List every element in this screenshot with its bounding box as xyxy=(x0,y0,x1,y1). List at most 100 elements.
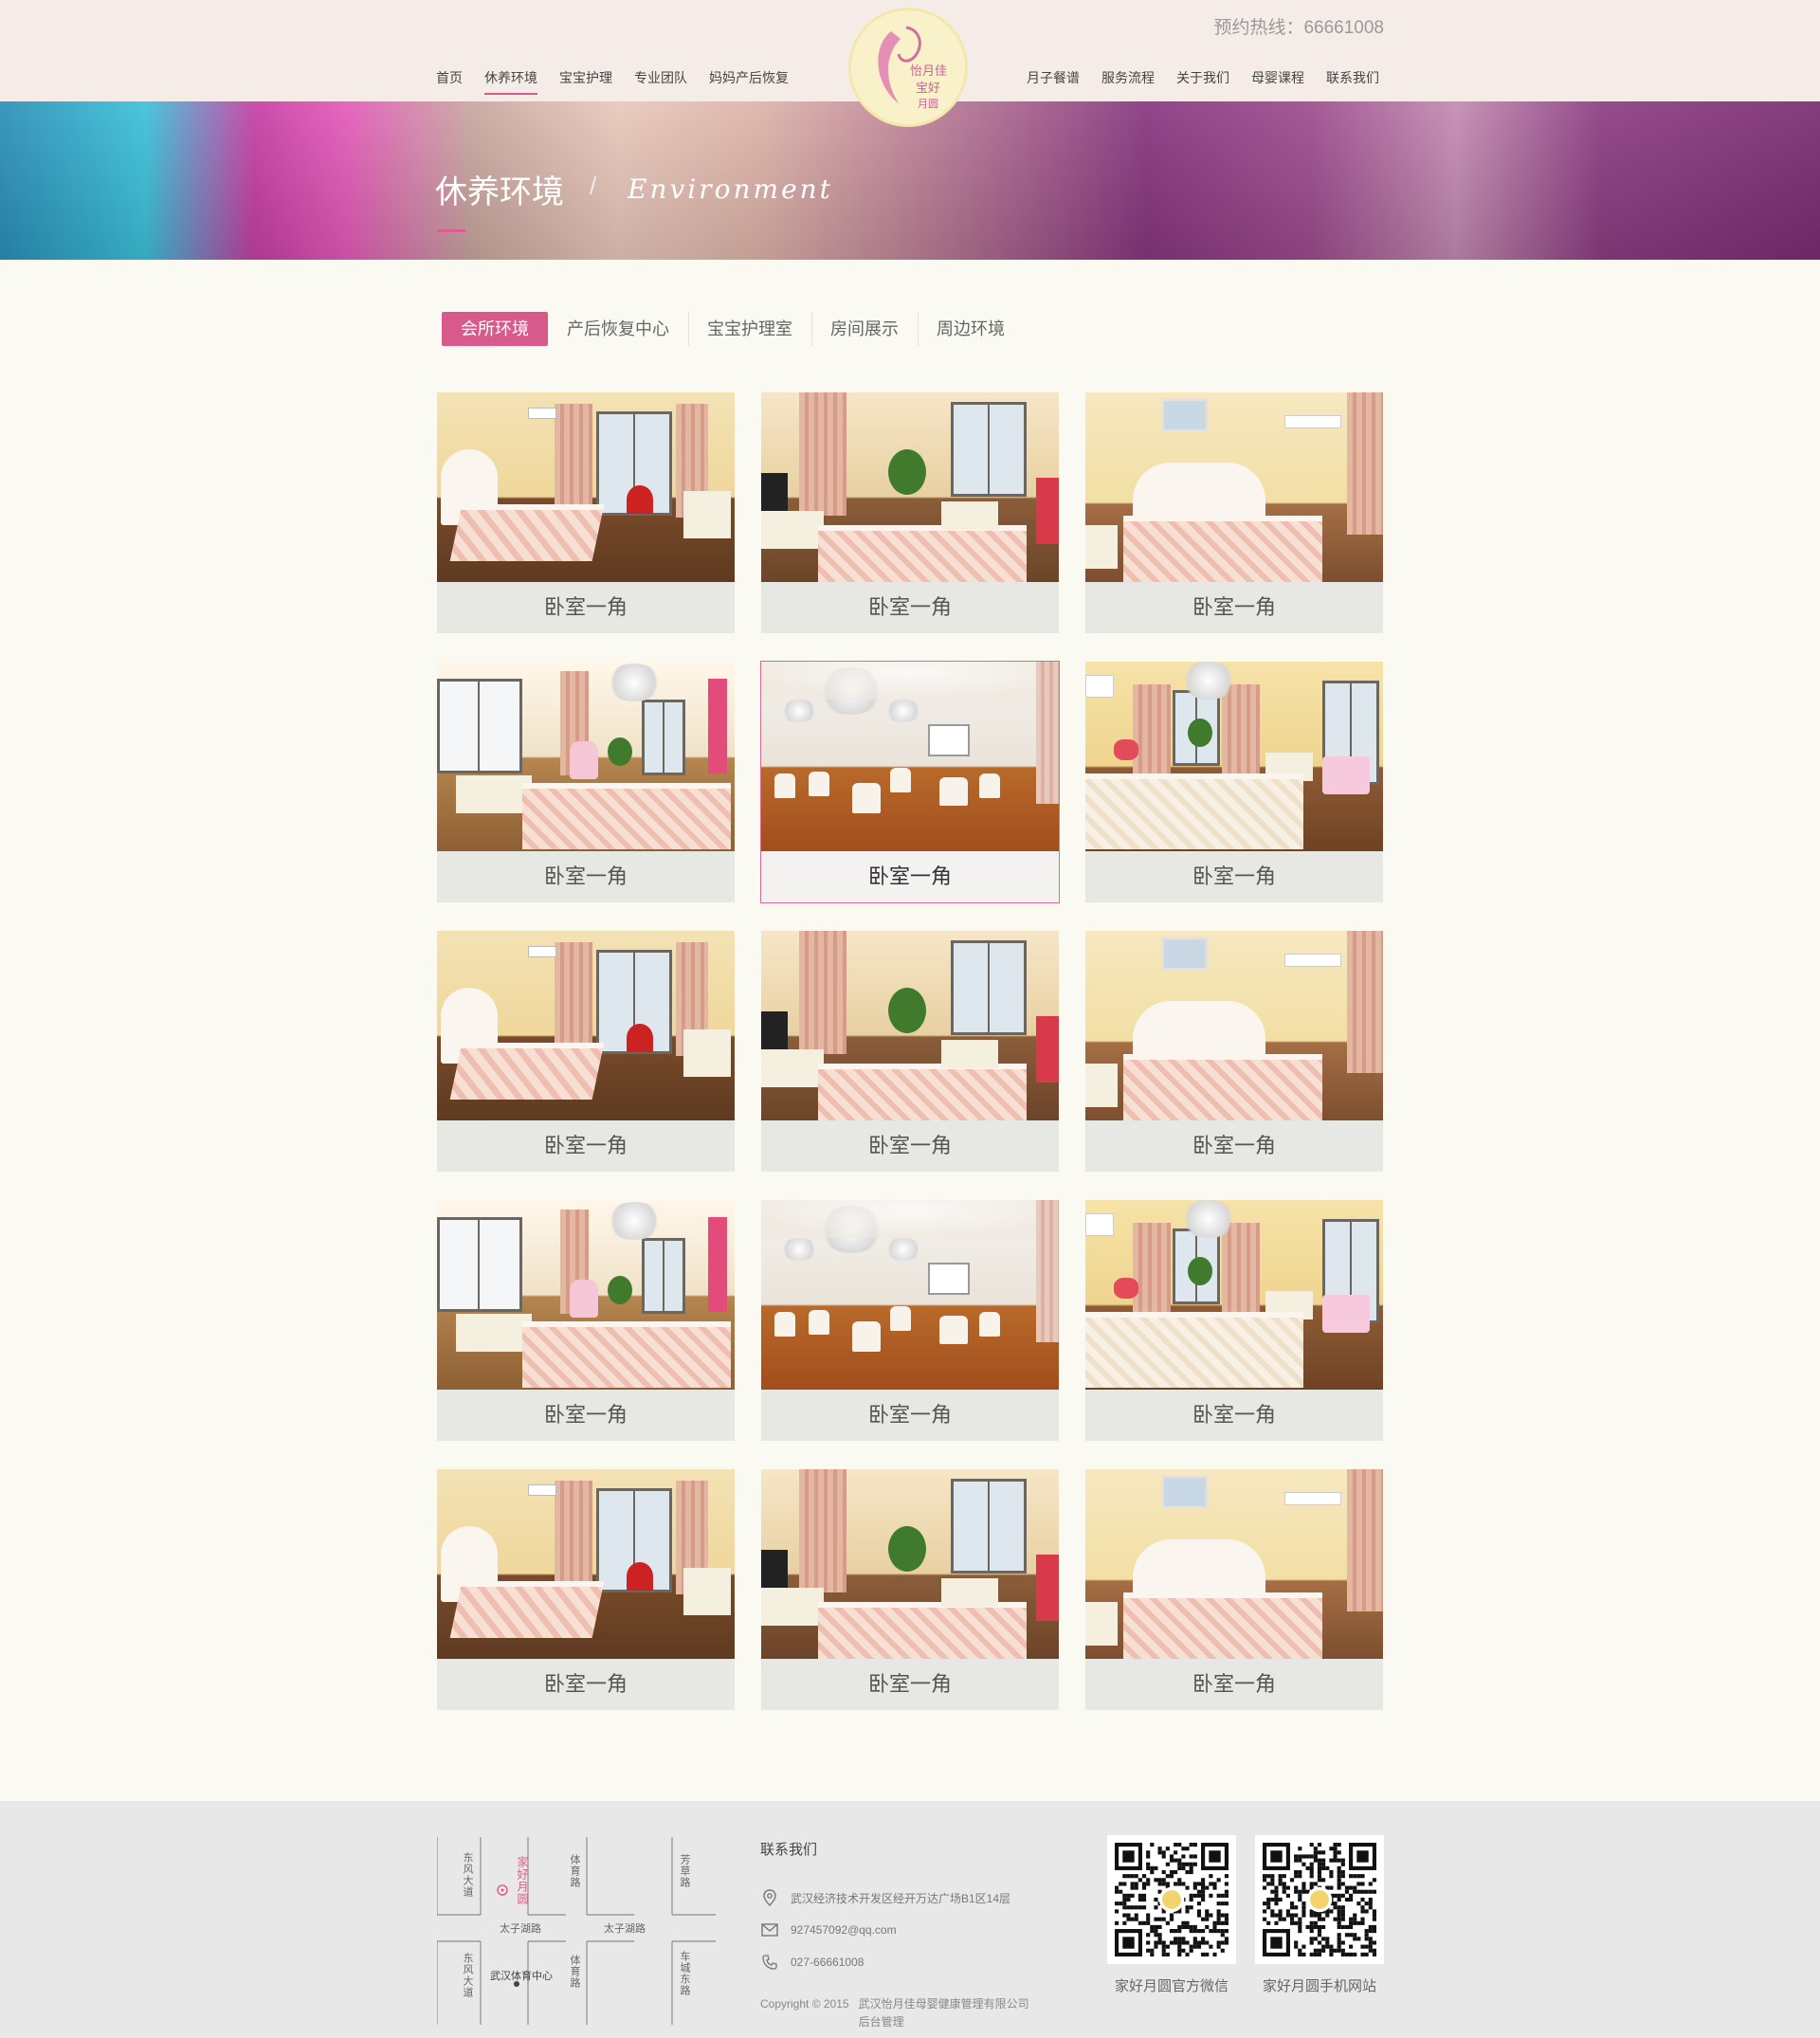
site-header: 预约热线：66661008 首页 休养环境 宝宝护理 专业团队 妈妈产后恢复 怡月佳 宝… xyxy=(0,0,1820,127)
phone-icon xyxy=(760,1953,779,1972)
location-map[interactable]: 东风大道 体育路 芳草路 太子湖路 太子湖路 东风大道 体育路 车城东路 家好月… xyxy=(437,1835,716,2025)
map-road: 东风大道 xyxy=(462,1852,473,1898)
room-photo xyxy=(761,1469,1059,1659)
copyright: Copyright © 2015 武汉怡月佳母婴健康管理有限公司 后台管理 xyxy=(760,1995,1073,2031)
map-place-marker: 家好月圆 xyxy=(516,1856,529,1905)
svg-text:宝好: 宝好 xyxy=(916,82,940,96)
hotline: 预约热线：66661008 xyxy=(1213,18,1384,38)
wechat-qr-block: 家好月圆官方微信 xyxy=(1107,1835,1236,1995)
company-name: 武汉怡月佳母婴健康管理有限公司 xyxy=(858,1997,1029,2011)
map-road: 太子湖路 xyxy=(500,1923,541,1935)
photo-caption: 卧室一角 xyxy=(867,864,952,888)
nav-left: 首页 休养环境 宝宝护理 专业团队 妈妈产后恢复 xyxy=(436,68,810,95)
nav-item[interactable]: 首页 xyxy=(436,68,463,95)
nav-item[interactable]: 母婴课程 xyxy=(1251,68,1304,95)
page-title: 休养环境 xyxy=(435,174,564,210)
mobile-qr-caption: 家好月圆手机网站 xyxy=(1262,1978,1376,1994)
room-photo xyxy=(761,931,1059,1120)
nav-item[interactable]: 休养环境 xyxy=(484,68,537,95)
photo-caption: 卧室一角 xyxy=(1192,1134,1276,1157)
gallery-card[interactable]: 卧室一角 xyxy=(1085,931,1383,1172)
contact-address: 武汉经济技术开发区经开万达广场B1区14层 xyxy=(791,1891,1011,1905)
category-tabs: 会所环境 产后恢复中心 宝宝护理室 房间展示 周边环境 xyxy=(442,312,1024,346)
room-photo xyxy=(437,662,735,851)
gallery-card[interactable]: 卧室一角 xyxy=(760,661,1060,903)
gallery-card[interactable]: 卧室一角 xyxy=(761,931,1059,1172)
nav-item[interactable]: 月子餐谱 xyxy=(1027,68,1080,95)
title-underline xyxy=(437,229,465,232)
map-landmark: 武汉体育中心 xyxy=(490,1971,553,1982)
gallery-card[interactable]: 卧室一角 xyxy=(437,1469,735,1710)
gallery-card[interactable]: 卧室一角 xyxy=(1085,1200,1383,1441)
room-photo xyxy=(1085,1469,1383,1659)
title-separator: / xyxy=(590,172,597,200)
nav-item[interactable]: 专业团队 xyxy=(634,68,687,95)
photo-caption: 卧室一角 xyxy=(543,864,628,888)
gallery-card[interactable]: 卧室一角 xyxy=(437,1200,735,1441)
nav-item[interactable]: 妈妈产后恢复 xyxy=(709,68,789,95)
contact-email[interactable]: 927457092@qq.com xyxy=(791,1923,897,1937)
category-tab[interactable]: 房间展示 xyxy=(811,312,918,346)
nav-item[interactable]: 服务流程 xyxy=(1101,68,1155,95)
category-tab[interactable]: 会所环境 xyxy=(442,312,548,346)
nav-item[interactable]: 关于我们 xyxy=(1176,68,1229,95)
location-icon xyxy=(760,1888,779,1907)
admin-link[interactable]: 后台管理 xyxy=(859,2013,1029,2031)
room-photo xyxy=(1085,931,1383,1120)
gallery-card[interactable]: 卧室一角 xyxy=(1085,392,1383,633)
room-photo xyxy=(437,1469,735,1659)
photo-caption: 卧室一角 xyxy=(867,1403,952,1427)
site-footer: 东风大道 体育路 芳草路 太子湖路 太子湖路 东风大道 体育路 车城东路 家好月… xyxy=(0,1801,1820,2038)
contact-title: 联系我们 xyxy=(760,1842,818,1858)
gallery-card[interactable]: 卧室一角 xyxy=(761,392,1059,633)
photo-caption: 卧室一角 xyxy=(1192,864,1276,888)
gallery-card[interactable]: 卧室一角 xyxy=(437,662,735,902)
photo-caption: 卧室一角 xyxy=(867,595,952,619)
nav-right: 月子餐谱 服务流程 关于我们 母婴课程 联系我们 xyxy=(1027,68,1379,95)
copyright-text: Copyright © 2015 xyxy=(760,1997,849,2011)
photo-caption: 卧室一角 xyxy=(543,1134,628,1157)
mobile-site-qr-code xyxy=(1255,1835,1384,1964)
category-tab[interactable]: 宝宝护理室 xyxy=(688,312,811,346)
room-photo xyxy=(1085,392,1383,582)
mail-icon xyxy=(760,1920,779,1939)
room-photo xyxy=(1085,662,1383,851)
gallery-card[interactable]: 卧室一角 xyxy=(1085,662,1383,902)
category-tab[interactable]: 产后恢复中心 xyxy=(548,312,688,346)
map-road: 体育路 xyxy=(569,1854,580,1888)
gallery-card[interactable]: 卧室一角 xyxy=(761,1469,1059,1710)
map-road: 体育路 xyxy=(569,1955,580,1989)
gallery-card[interactable]: 卧室一角 xyxy=(1085,1469,1383,1710)
contact-phone: 027-66661008 xyxy=(791,1956,864,1969)
gallery-card[interactable]: 卧室一角 xyxy=(761,1200,1059,1441)
contact-phone-row: 027-66661008 xyxy=(760,1946,1073,1978)
room-photo xyxy=(1085,1200,1383,1390)
room-photo xyxy=(437,392,735,582)
photo-caption: 卧室一角 xyxy=(543,1672,628,1696)
category-tab[interactable]: 周边环境 xyxy=(918,312,1024,346)
room-photo xyxy=(437,931,735,1120)
map-pin-icon xyxy=(497,1884,508,1896)
room-photo xyxy=(761,662,1059,851)
gallery-card[interactable]: 卧室一角 xyxy=(437,931,735,1172)
company-block: 武汉怡月佳母婴健康管理有限公司 后台管理 xyxy=(859,1995,1029,2031)
photo-caption: 卧室一角 xyxy=(543,595,628,619)
room-photo xyxy=(761,1200,1059,1390)
nav-item[interactable]: 宝宝护理 xyxy=(559,68,612,95)
svg-text:月圆: 月圆 xyxy=(918,98,938,110)
logo-text: 怡月佳 xyxy=(910,64,947,79)
photo-caption: 卧室一角 xyxy=(1192,1672,1276,1696)
contact-email-row: 927457092@qq.com xyxy=(760,1914,1073,1946)
map-road: 车城东路 xyxy=(679,1951,690,1996)
gallery-card[interactable]: 卧室一角 xyxy=(437,392,735,633)
wechat-qr-code xyxy=(1107,1835,1236,1964)
photo-caption: 卧室一角 xyxy=(867,1134,952,1157)
contact-info: 联系我们 武汉经济技术开发区经开万达广场B1区14层 927457092@qq.… xyxy=(760,1839,1073,2031)
wechat-qr-caption: 家好月圆官方微信 xyxy=(1114,1978,1228,1994)
contact-address-row: 武汉经济技术开发区经开万达广场B1区14层 xyxy=(760,1882,1073,1914)
nav-item[interactable]: 联系我们 xyxy=(1326,68,1379,95)
photo-caption: 卧室一角 xyxy=(1192,595,1276,619)
site-logo[interactable]: 怡月佳 宝好 月圆 xyxy=(848,8,968,127)
map-road: 太子湖路 xyxy=(604,1923,646,1935)
mobile-qr-block: 家好月圆手机网站 xyxy=(1255,1835,1384,1995)
